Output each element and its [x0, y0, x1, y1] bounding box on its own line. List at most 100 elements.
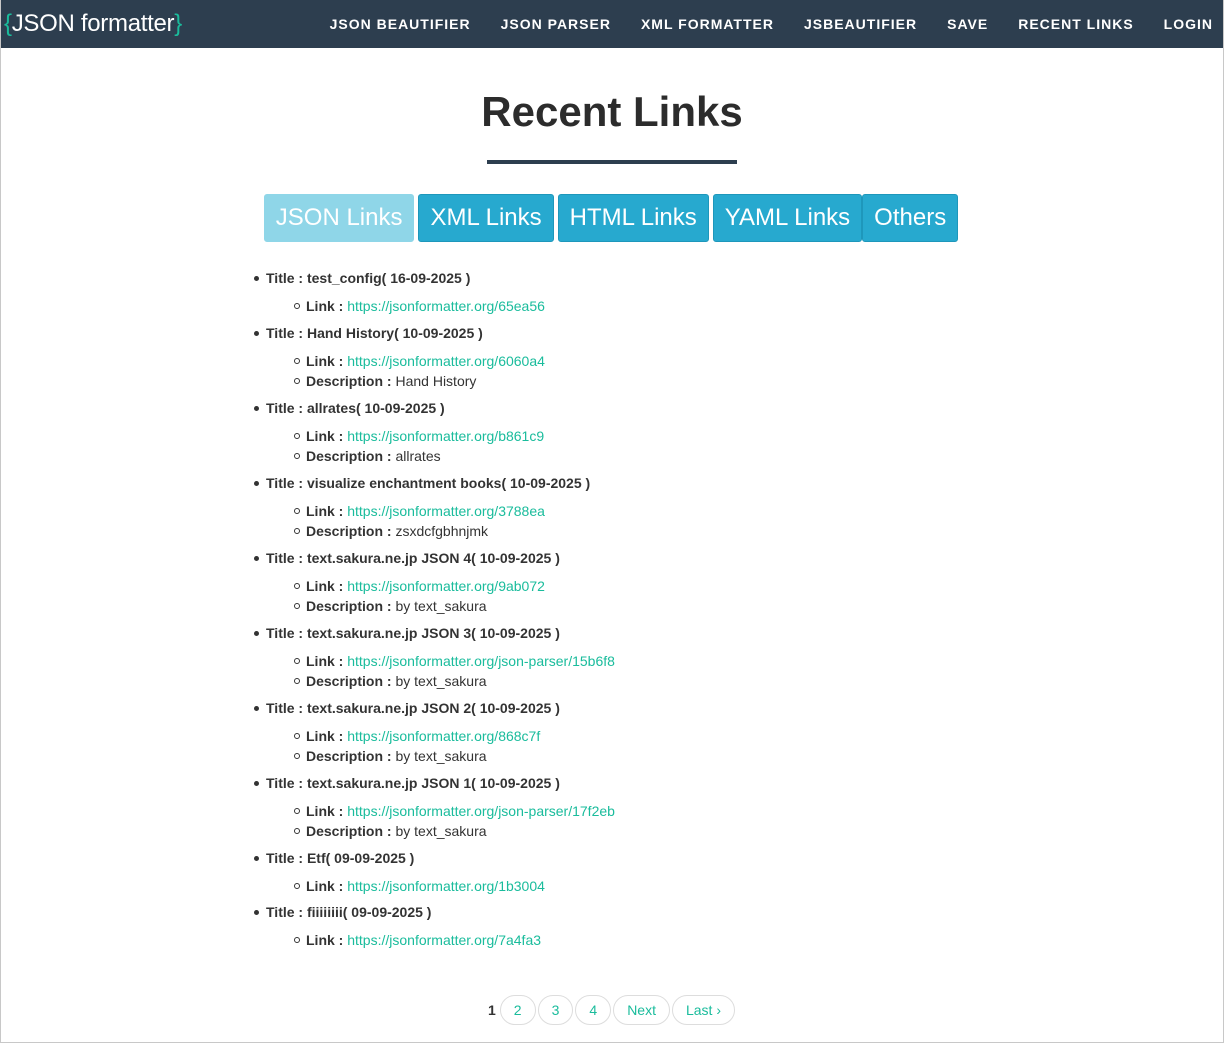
- entry-link-label: Link :: [306, 427, 344, 444]
- entry-link[interactable]: https://jsonformatter.org/7a4fa3: [347, 932, 541, 948]
- link-type-tabs: JSON Links XML Links HTML Links YAML Lin…: [1, 194, 1223, 242]
- top-navbar: {JSON formatter} JSON BEAUTIFIER JSON PA…: [1, 0, 1223, 48]
- page-current: 1: [488, 1002, 496, 1018]
- entry-link[interactable]: https://jsonformatter.org/json-parser/15…: [347, 653, 615, 669]
- list-item: Title : text.sakura.ne.jp JSON 2( 10-09-…: [254, 698, 1223, 767]
- list-item: Title : text.sakura.ne.jp JSON 1( 10-09-…: [254, 773, 1223, 842]
- entry-link[interactable]: https://jsonformatter.org/65ea56: [347, 298, 545, 314]
- nav-xml-formatter[interactable]: XML FORMATTER: [641, 16, 774, 32]
- tab-json-links[interactable]: JSON Links: [263, 194, 415, 242]
- nav-links: JSON BEAUTIFIER JSON PARSER XML FORMATTE…: [300, 16, 1213, 32]
- entry-link[interactable]: https://jsonformatter.org/1b3004: [347, 878, 545, 894]
- brand-brace-open: {: [4, 10, 12, 37]
- entry-details: Link : https://jsonformatter.org/65ea56: [294, 296, 1223, 317]
- entry-title: Title : text.sakura.ne.jp JSON 1( 10-09-…: [254, 773, 1223, 793]
- list-item: Title : fiiiiiiii( 09-09-2025 ) Link : ht…: [254, 902, 1223, 951]
- entry-details: Link : https://jsonformatter.org/9ab072 D…: [294, 576, 1223, 617]
- list-item: Title : test_config( 16-09-2025 ) Link : …: [254, 268, 1223, 317]
- page-3-button[interactable]: 3: [537, 995, 574, 1025]
- entry-title-value: visualize enchantment books( 10-09-2025 …: [306, 474, 591, 491]
- entry-link[interactable]: https://jsonformatter.org/b861c9: [347, 428, 544, 444]
- entry-title-value: text.sakura.ne.jp JSON 2( 10-09-2025 ): [306, 699, 560, 716]
- entry-details: Link : https://jsonformatter.org/json-pa…: [294, 651, 1223, 692]
- entry-title-value: text.sakura.ne.jp JSON 4( 10-09-2025 ): [306, 549, 560, 566]
- entry-description-value: Hand History: [395, 373, 477, 389]
- entry-title-value: allrates( 10-09-2025 ): [306, 399, 445, 416]
- entry-link[interactable]: https://jsonformatter.org/json-parser/17…: [347, 803, 615, 819]
- entry-title: Title : visualize enchantment books( 10-…: [254, 473, 1223, 493]
- page-2-button[interactable]: 2: [499, 995, 536, 1025]
- entry-description-row: Description : by text_sakura: [294, 821, 1223, 842]
- entry-title: Title : text.sakura.ne.jp JSON 4( 10-09-…: [254, 548, 1223, 568]
- entry-description-row: Description : Hand History: [294, 371, 1223, 392]
- nav-save[interactable]: SAVE: [947, 16, 988, 32]
- nav-json-parser[interactable]: JSON PARSER: [501, 16, 611, 32]
- entry-description-value: by text_sakura: [395, 823, 487, 839]
- nav-json-beautifier[interactable]: JSON BEAUTIFIER: [330, 16, 471, 32]
- entry-description-label: Description :: [306, 373, 392, 389]
- entry-description-label: Description :: [306, 748, 392, 764]
- entry-title-label: Title :: [266, 904, 304, 920]
- entry-title: Title : Hand History( 10-09-2025 ): [254, 323, 1223, 343]
- entry-title-label: Title :: [266, 324, 304, 341]
- entry-description-row: Description : by text_sakura: [294, 746, 1223, 767]
- entry-title-value: text.sakura.ne.jp JSON 1( 10-09-2025 ): [306, 774, 560, 791]
- brand-logo[interactable]: {JSON formatter}: [4, 10, 182, 38]
- entry-description-value: by text_sakura: [395, 748, 487, 764]
- entry-title: Title : text.sakura.ne.jp JSON 3( 10-09-…: [254, 623, 1223, 643]
- entry-link[interactable]: https://jsonformatter.org/9ab072: [347, 578, 545, 594]
- entry-link-row: Link : https://jsonformatter.org/7a4fa3: [294, 930, 1223, 951]
- tab-html-links[interactable]: HTML Links: [557, 194, 709, 242]
- entry-link[interactable]: https://jsonformatter.org/868c7f: [347, 728, 540, 744]
- entry-details: Link : https://jsonformatter.org/7a4fa3: [294, 930, 1223, 951]
- entry-link-row: Link : https://jsonformatter.org/1b3004: [294, 876, 1223, 897]
- entry-link-row: Link : https://jsonformatter.org/json-pa…: [294, 651, 1223, 672]
- nav-recent-links[interactable]: RECENT LINKS: [1018, 16, 1133, 32]
- nav-login[interactable]: LOGIN: [1164, 16, 1213, 32]
- pagination: 1 2 3 4 Next Last ›: [1, 995, 1223, 1025]
- next-page-button[interactable]: Next: [613, 995, 670, 1025]
- entry-link-label: Link :: [306, 352, 344, 369]
- entry-title-value: Hand History( 10-09-2025 ): [306, 324, 483, 341]
- entry-link-label: Link :: [306, 652, 344, 669]
- page-title: Recent Links: [481, 88, 743, 135]
- entry-link-label: Link :: [306, 298, 344, 314]
- recent-links-list: Title : test_config( 16-09-2025 ) Link : …: [254, 268, 1223, 951]
- entry-link-label: Link :: [306, 877, 344, 894]
- entry-link-label: Link :: [306, 932, 344, 948]
- entry-link-row: Link : https://jsonformatter.org/9ab072: [294, 576, 1223, 597]
- entry-details: Link : https://jsonformatter.org/6060a4 D…: [294, 351, 1223, 392]
- entry-title-label: Title :: [266, 624, 304, 641]
- entry-details: Link : https://jsonformatter.org/b861c9 D…: [294, 426, 1223, 467]
- entry-description-label: Description :: [306, 448, 392, 464]
- entry-description-row: Description : allrates: [294, 446, 1223, 467]
- nav-jsbeautifier[interactable]: JSBEAUTIFIER: [804, 16, 917, 32]
- entry-description-row: Description : zsxdcfgbhnjmk: [294, 521, 1223, 542]
- page-4-button[interactable]: 4: [575, 995, 612, 1025]
- tab-others[interactable]: Others: [862, 194, 959, 242]
- entry-link-label: Link :: [306, 577, 344, 594]
- tab-xml-links[interactable]: XML Links: [418, 194, 554, 242]
- entry-title-value: Etf( 09-09-2025 ): [306, 849, 415, 866]
- entry-title-label: Title :: [266, 849, 304, 866]
- entry-link[interactable]: https://jsonformatter.org/3788ea: [347, 503, 545, 519]
- entry-title: Title : fiiiiiiii( 09-09-2025 ): [254, 902, 1223, 922]
- list-item: Title : Hand History( 10-09-2025 ) Link :…: [254, 323, 1223, 392]
- entry-description-label: Description :: [306, 598, 392, 614]
- list-item: Title : Etf( 09-09-2025 ) Link : https://…: [254, 848, 1223, 897]
- last-page-button[interactable]: Last ›: [671, 995, 735, 1025]
- entry-description-value: by text_sakura: [395, 598, 487, 614]
- tab-yaml-links[interactable]: YAML Links: [712, 194, 863, 242]
- entry-details: Link : https://jsonformatter.org/868c7f D…: [294, 726, 1223, 767]
- entry-title-label: Title :: [266, 270, 304, 286]
- entry-title-label: Title :: [266, 474, 304, 491]
- entry-title-value: test_config( 16-09-2025 ): [306, 270, 471, 286]
- entry-link-label: Link :: [306, 727, 344, 744]
- entry-description-label: Description :: [306, 523, 392, 539]
- entry-title: Title : allrates( 10-09-2025 ): [254, 398, 1223, 418]
- brand-text: JSON formatter: [11, 10, 175, 37]
- entry-link[interactable]: https://jsonformatter.org/6060a4: [347, 353, 545, 369]
- entry-link-label: Link :: [306, 802, 344, 819]
- entry-details: Link : https://jsonformatter.org/json-pa…: [294, 801, 1223, 842]
- entry-details: Link : https://jsonformatter.org/1b3004: [294, 876, 1223, 897]
